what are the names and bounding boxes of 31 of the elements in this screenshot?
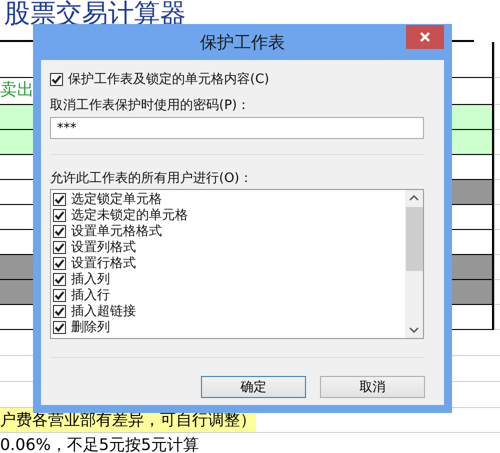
checkbox[interactable] (53, 192, 66, 206)
dialog-button[interactable]: 确定 (201, 376, 306, 398)
checkbox[interactable] (53, 256, 66, 270)
checkbox[interactable] (53, 208, 66, 222)
checkbox[interactable] (50, 72, 63, 86)
scroll-down-icon[interactable] (409, 327, 419, 334)
scroll-thumb[interactable] (406, 207, 422, 271)
close-icon (419, 31, 431, 43)
password-field[interactable]: *** (50, 117, 424, 139)
list-item[interactable]: 插入列 (71, 270, 110, 288)
list-label: 允许此工作表的所有用户进行(O)： (50, 170, 254, 187)
checkbox[interactable] (53, 224, 66, 238)
checkbox[interactable] (53, 304, 66, 318)
list-item[interactable]: 设置行格式 (71, 254, 136, 272)
note-text: 0.06%，不足5元按5元计算 (0, 434, 200, 453)
list-item[interactable]: 设置列格式 (71, 238, 136, 256)
checkbox[interactable] (53, 240, 66, 254)
close-button[interactable] (406, 25, 444, 49)
dialog-title: 保护工作表 (200, 32, 285, 54)
list-item[interactable]: 删除列 (71, 318, 110, 336)
scroll-up-icon[interactable] (409, 194, 419, 201)
list-item[interactable]: 插入行 (71, 286, 110, 304)
checkbox[interactable] (53, 320, 66, 334)
list-item[interactable]: 插入超链接 (71, 302, 136, 320)
dialog-button[interactable]: 取消 (320, 376, 425, 398)
list-item[interactable]: 选定未锁定的单元格 (71, 206, 188, 224)
checkbox[interactable] (53, 272, 66, 286)
scrollbar[interactable] (405, 190, 423, 338)
checkbox[interactable] (53, 288, 66, 302)
list-item[interactable]: 选定锁定单元格 (71, 190, 162, 208)
list-item[interactable]: 设置单元格格式 (71, 222, 162, 240)
